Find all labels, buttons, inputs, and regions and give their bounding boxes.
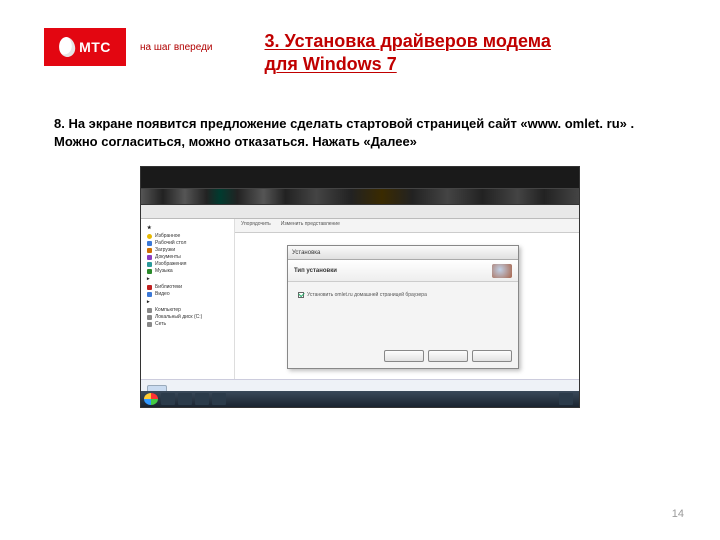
sidebar-item-label: Документы xyxy=(155,254,181,260)
desktop-icon xyxy=(147,241,152,246)
sidebar-item-label: Компьютер xyxy=(155,307,181,313)
disk-icon xyxy=(147,315,152,320)
explorer-content: Упорядочить Изменить представление Устан… xyxy=(235,219,579,379)
back-button[interactable] xyxy=(384,350,424,362)
net-icon xyxy=(147,322,152,327)
sidebar-item-label: Рабочий стол xyxy=(155,240,186,246)
sidebar-item-label: Изображения xyxy=(155,261,186,267)
taskbar-app-icon[interactable] xyxy=(161,393,175,405)
tagline: на шаг впереди xyxy=(140,42,213,53)
music-icon xyxy=(147,269,152,274)
installer-body: Установить omlet.ru домашней страницей б… xyxy=(288,282,518,308)
video-icon xyxy=(147,292,152,297)
installer-window-title: Установка xyxy=(292,250,320,256)
taskbar-app-icon[interactable] xyxy=(178,393,192,405)
homepage-checkbox-row[interactable]: Установить omlet.ru домашней страницей б… xyxy=(298,292,508,298)
mts-egg-icon xyxy=(57,36,76,58)
installer-heading: Тип установки xyxy=(294,268,337,274)
sidebar-item-label: Избранное xyxy=(155,233,180,239)
explorer-sidebar: ★ Избранное Рабочий стол Загрузки Докуме… xyxy=(141,219,235,379)
lib-icon xyxy=(147,285,152,290)
title-line-1: 3. Установка драйверов модема xyxy=(265,30,551,53)
tagline-box: на шаг впереди xyxy=(140,28,213,66)
installer-dialog: Установка Тип установки Установить omlet… xyxy=(287,245,519,369)
tray-icon[interactable] xyxy=(559,393,573,405)
installer-header: Тип установки xyxy=(288,260,518,282)
sidebar-item-label: Сеть xyxy=(155,321,166,327)
taskbar-app-icon[interactable] xyxy=(212,393,226,405)
sidebar-group: ★ xyxy=(147,225,228,231)
installer-logo-icon xyxy=(492,264,512,278)
pics-icon xyxy=(147,262,152,267)
installer-titlebar: Установка xyxy=(288,246,518,260)
sidebar-item-label: Загрузки xyxy=(155,247,175,253)
browser-tab-strip xyxy=(141,189,579,205)
checkbox-label: Установить omlet.ru домашней страницей б… xyxy=(307,292,427,298)
next-button[interactable] xyxy=(428,350,468,362)
sidebar-group: ▸ xyxy=(147,299,228,305)
star-icon xyxy=(147,234,152,239)
cancel-button[interactable] xyxy=(472,350,512,362)
explorer-titlebar xyxy=(141,205,579,219)
sidebar-item-label: Библиотеки xyxy=(155,284,182,290)
browser-titlebar xyxy=(141,167,579,189)
mts-logo-text: MTC xyxy=(79,39,111,55)
page-number: 14 xyxy=(672,508,684,520)
sidebar-item-label: Локальный диск (C:) xyxy=(155,314,202,320)
views-label: Изменить представление xyxy=(281,221,340,230)
organize-label: Упорядочить xyxy=(241,221,271,230)
step-instruction: 8. На экране появится предложение сделат… xyxy=(54,115,676,150)
computer-icon xyxy=(147,308,152,313)
taskbar-app-icon[interactable] xyxy=(195,393,209,405)
docs-icon xyxy=(147,255,152,260)
sidebar-item-label: Музыка xyxy=(155,268,173,274)
embedded-screenshot: ★ Избранное Рабочий стол Загрузки Докуме… xyxy=(140,166,580,408)
sidebar-item-label: Видео xyxy=(155,291,170,297)
explorer-body: ★ Избранное Рабочий стол Загрузки Докуме… xyxy=(141,219,579,379)
checkbox-icon[interactable] xyxy=(298,292,304,298)
explorer-toolbar: Упорядочить Изменить представление xyxy=(235,219,579,233)
start-button-icon[interactable] xyxy=(144,393,158,405)
mts-logo: MTC xyxy=(44,28,126,66)
sidebar-group: ▸ xyxy=(147,276,228,282)
slide-title: 3. Установка драйверов модема для Window… xyxy=(265,30,551,75)
downloads-icon xyxy=(147,248,152,253)
installer-buttons xyxy=(384,350,512,362)
system-tray xyxy=(559,393,576,405)
header-row: MTC на шаг впереди 3. Установка драйверо… xyxy=(0,0,720,75)
windows-taskbar xyxy=(141,391,579,407)
title-line-2: для Windows 7 xyxy=(265,53,551,76)
